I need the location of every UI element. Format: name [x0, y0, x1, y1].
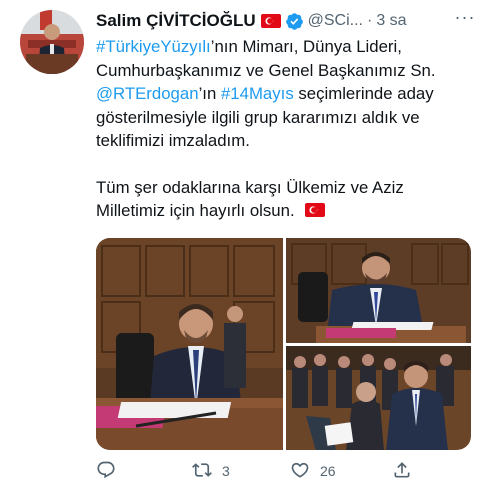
photo-signing-1[interactable] [96, 238, 283, 450]
more-options-icon[interactable]: ··· [454, 8, 476, 30]
like-button[interactable]: 26 [290, 460, 336, 483]
retweet-count: 3 [222, 463, 230, 479]
retweet-button[interactable]: 3 [192, 460, 230, 483]
separator-dot: · [367, 12, 373, 29]
text-segment: Milletimiz için hayırlı olsun. [96, 201, 295, 220]
text-segment: Tüm şer odaklarına karşı Ülkemiz ve Aziz [96, 177, 404, 197]
share-button[interactable] [392, 460, 422, 483]
tweet-header: Salim ÇİVİTCİOĞLU @SCi... · 3 sa ··· [96, 8, 476, 32]
photo-signing-2[interactable] [286, 238, 471, 343]
author-name[interactable]: Salim ÇİVİTCİOĞLU [96, 11, 256, 31]
hashtag-link[interactable]: #14Mayıs [221, 84, 294, 103]
hashtag-link[interactable]: #TürkiyeYüzyılı [96, 37, 211, 56]
text-segment: ’ın [198, 84, 221, 103]
tweet-actions: 3 26 [96, 458, 476, 484]
avatar[interactable] [20, 10, 84, 74]
text-segment: Cumhurbaşkanımız ve Genel Başkanımız Sn. [96, 60, 436, 80]
tweet-timestamp[interactable]: 3 sa [376, 12, 406, 30]
like-count: 26 [320, 463, 336, 479]
media-grid [96, 238, 471, 450]
tweet-text: #TürkiyeYüzyılı’nın Mimarı, Dünya Lideri… [96, 35, 476, 223]
retweet-icon [192, 460, 212, 483]
turkey-flag-icon [305, 200, 326, 224]
verified-badge-icon [285, 12, 304, 31]
reply-icon [96, 460, 116, 483]
share-icon [392, 460, 412, 483]
text-segment: seçimlerinde aday [293, 84, 434, 103]
text-segment: ’nın Mimarı, Dünya Lideri, [210, 37, 402, 56]
tweet[interactable]: Salim ÇİVİTCİOĞLU @SCi... · 3 sa ··· #Tü… [0, 0, 492, 497]
turkey-flag-icon [260, 14, 281, 28]
reply-button[interactable] [96, 460, 126, 483]
text-segment: teklifimizi imzaladım. [96, 131, 250, 150]
mention-link[interactable]: @RTErdogan [96, 84, 199, 103]
author-handle[interactable]: @SCi... [308, 12, 363, 30]
text-segment: gösterilmesiyle ilgili grup kararımızı a… [96, 107, 420, 127]
photo-column [286, 238, 471, 450]
heart-icon [290, 460, 310, 483]
photo-group[interactable] [286, 345, 471, 450]
